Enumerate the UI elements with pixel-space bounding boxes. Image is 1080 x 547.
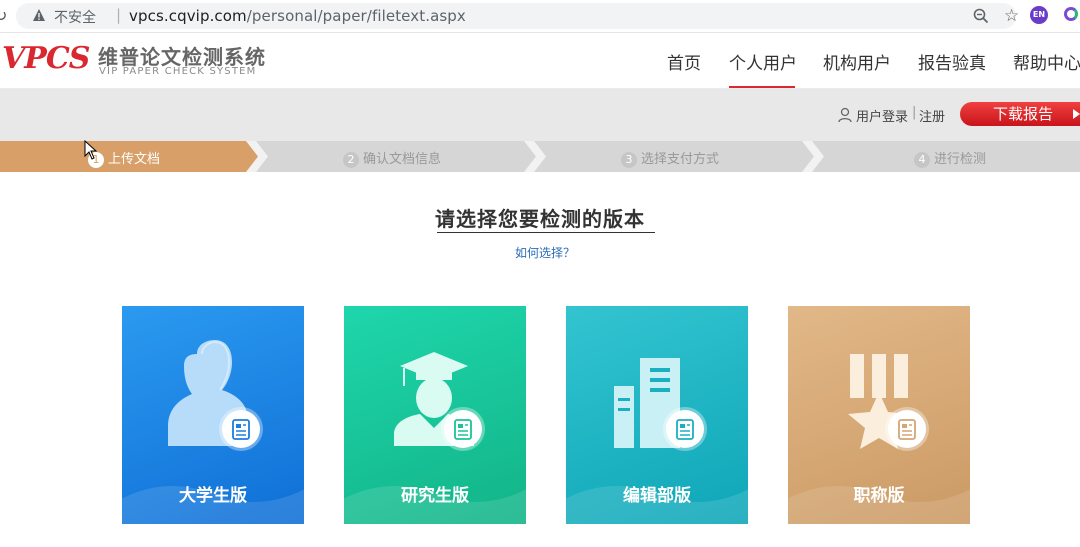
title-underline <box>437 232 655 233</box>
medal-icon <box>848 354 910 449</box>
user-icon <box>838 107 852 123</box>
mouse-cursor-icon <box>84 140 98 160</box>
warning-icon[interactable] <box>32 8 46 22</box>
download-report-label: 下载报告 <box>993 105 1054 123</box>
card-label: 职称版 <box>853 486 905 506</box>
user-bar: 用户登录 | 注册 下载报告 <box>0 89 1080 141</box>
card-label: 编辑部版 <box>623 486 691 506</box>
url-domain: vpcs.cqvip.com <box>129 7 247 25</box>
not-secure-label: 不安全 <box>54 10 96 26</box>
nav-active-indicator <box>729 86 795 88</box>
download-report-button[interactable]: 下载报告 <box>960 102 1080 126</box>
document-badge-icon <box>444 410 482 448</box>
step-number: 4 <box>914 152 930 168</box>
card-professional-title[interactable]: 职称版 <box>788 306 970 524</box>
step-label: 4 进行检测 <box>914 148 986 168</box>
zoom-icon[interactable] <box>972 7 990 25</box>
url-separator: | <box>116 6 122 24</box>
step-number: 3 <box>621 152 637 168</box>
how-to-choose-link[interactable]: 如何选择？ <box>0 244 1080 261</box>
url-text[interactable]: vpcs.cqvip.com/personal/paper/filetext.a… <box>129 7 466 25</box>
step-number: 2 <box>343 152 359 168</box>
nav-help-center[interactable]: 帮助中心 <box>1013 49 1080 74</box>
card-editorial[interactable]: 编辑部版 <box>566 306 748 524</box>
translate-extension-icon[interactable]: EN <box>1030 6 1048 24</box>
address-bar[interactable]: 不安全 | vpcs.cqvip.com/personal/paper/file… <box>16 3 1019 29</box>
page-title: 请选择您要检测的版本 <box>435 207 645 231</box>
logo-english-name: VIP PAPER CHECK SYSTEM <box>99 66 257 77</box>
logo-vpcs[interactable]: VPCS <box>2 41 90 76</box>
step-label: 3 选择支付方式 <box>621 148 719 168</box>
url-path: /personal/paper/filetext.aspx <box>246 7 466 25</box>
card-undergraduate[interactable]: 大学生版 <box>122 306 304 524</box>
person-icon <box>168 340 248 446</box>
reload-icon[interactable]: ↻ <box>0 6 7 25</box>
step-progress: 1 上传文档 2 确认文档信息 3 选择支付方式 4 进行检测 <box>0 141 1080 172</box>
nav-personal-user[interactable]: 个人用户 <box>729 49 797 74</box>
nav-institution-user[interactable]: 机构用户 <box>823 49 891 74</box>
login-link[interactable]: 用户登录 <box>856 106 908 125</box>
nav-report-verify[interactable]: 报告验真 <box>918 49 986 74</box>
card-label: 大学生版 <box>179 486 247 506</box>
site-header: VPCS 维普论文检测系统 VIP PAPER CHECK SYSTEM 首页 … <box>0 33 1080 89</box>
arrow-right-icon <box>1073 109 1080 119</box>
nav-home[interactable]: 首页 <box>667 49 701 74</box>
register-link[interactable]: 注册 <box>919 106 945 125</box>
building-icon <box>614 358 680 448</box>
bookmark-star-icon[interactable]: ☆ <box>1004 6 1019 26</box>
browser-toolbar: ↻ 不安全 | vpcs.cqvip.com/personal/paper/fi… <box>0 0 1080 33</box>
card-label: 研究生版 <box>401 486 469 506</box>
divider: | <box>912 105 917 120</box>
graduate-icon <box>394 352 474 446</box>
extension-icon[interactable] <box>1064 7 1078 21</box>
step-label: 2 确认文档信息 <box>343 148 441 168</box>
document-badge-icon <box>222 410 260 448</box>
document-badge-icon <box>666 410 704 448</box>
card-postgraduate[interactable]: 研究生版 <box>344 306 526 524</box>
step-label: 1 上传文档 <box>88 148 160 168</box>
document-badge-icon <box>888 410 926 448</box>
